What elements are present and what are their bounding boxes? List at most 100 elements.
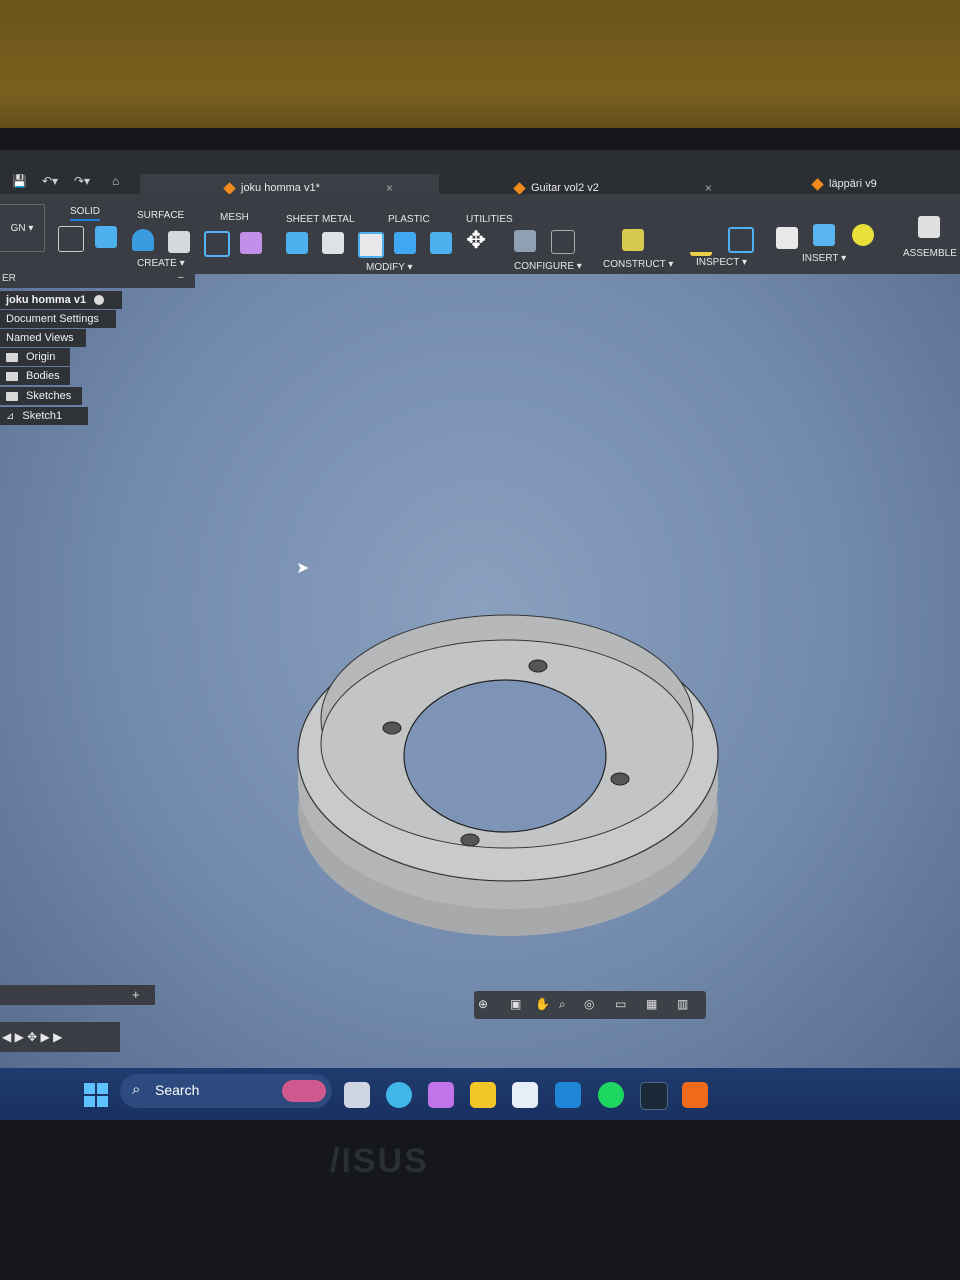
ribbon-toolbar: GN ▾ SOLID SURFACE MESH SHEET METAL PLAS… bbox=[0, 194, 960, 274]
tab-label: Guitar vol2 v2 bbox=[531, 182, 599, 194]
comments-panel: + bbox=[0, 985, 155, 1005]
browser-item-document-settings[interactable]: Document Settings bbox=[0, 310, 116, 328]
bolt-hole bbox=[528, 659, 548, 673]
assemble-menu-label: ASSEMBLE bbox=[903, 248, 957, 259]
browser-item-label: Named Views bbox=[6, 332, 74, 344]
monitor-logo: /ISUS bbox=[330, 1142, 429, 1180]
insert-mesh-icon[interactable] bbox=[852, 224, 874, 246]
display-settings-icon[interactable]: ▭ bbox=[615, 997, 629, 1011]
modify-menu[interactable]: MODIFY ▾ bbox=[366, 262, 413, 273]
inspect-menu-label: INSPECT bbox=[696, 257, 740, 268]
zoom-icon[interactable]: ⌕ bbox=[559, 997, 573, 1011]
fusion-360-icon[interactable] bbox=[682, 1082, 708, 1108]
extrude-icon[interactable] bbox=[95, 226, 117, 248]
undo-icon[interactable]: ↶▾ bbox=[42, 174, 58, 188]
section-analysis-icon[interactable] bbox=[728, 227, 754, 253]
pattern-icon[interactable] bbox=[204, 231, 230, 257]
browser-title: ER bbox=[2, 273, 16, 284]
insert-menu[interactable]: INSERT ▾ bbox=[802, 253, 846, 264]
browser-item-label: Sketch1 bbox=[22, 410, 63, 422]
edge-icon[interactable] bbox=[386, 1082, 412, 1108]
shell-icon[interactable] bbox=[358, 232, 384, 258]
viewports-icon[interactable]: ▥ bbox=[677, 997, 691, 1011]
workspace-label: GN bbox=[10, 222, 26, 234]
press-pull-icon[interactable] bbox=[286, 232, 308, 254]
start-button[interactable] bbox=[84, 1083, 108, 1107]
file-explorer-icon[interactable] bbox=[470, 1082, 496, 1108]
activate-radio-icon[interactable] bbox=[94, 295, 105, 305]
folder-icon bbox=[6, 352, 18, 362]
construct-plane-icon[interactable] bbox=[622, 229, 644, 251]
insert-canvas-icon[interactable] bbox=[813, 224, 835, 246]
fillet-icon[interactable] bbox=[322, 232, 344, 254]
timeline-controls-icon[interactable]: ◀ ▶ ✥ ▶ ▶ bbox=[2, 1030, 62, 1044]
search-icon: ⌕ bbox=[132, 1081, 141, 1098]
browser-collapse-button[interactable]: – bbox=[178, 272, 184, 283]
configure-table-icon[interactable] bbox=[551, 230, 575, 254]
workspace-switcher[interactable]: GN ▾ bbox=[0, 204, 45, 252]
look-at-icon[interactable]: ▣ bbox=[510, 997, 524, 1011]
browser-item-origin[interactable]: Origin bbox=[0, 348, 70, 366]
create-form-icon[interactable] bbox=[240, 232, 262, 254]
fit-icon[interactable]: ◎ bbox=[584, 997, 598, 1011]
browser-item-label: joku homma v1 bbox=[6, 294, 87, 306]
bolt-hole bbox=[610, 772, 630, 786]
browser-item-bodies[interactable]: Bodies bbox=[0, 367, 70, 385]
taskbar-search[interactable]: ⌕ Search bbox=[120, 1074, 332, 1108]
move-icon[interactable]: ✥ bbox=[466, 229, 488, 253]
assemble-icon[interactable] bbox=[918, 216, 940, 238]
close-icon[interactable]: × bbox=[386, 181, 393, 195]
timeline-bar: ◀ ▶ ✥ ▶ ▶ bbox=[0, 1022, 120, 1052]
task-view-icon[interactable] bbox=[344, 1082, 370, 1108]
revolve-icon[interactable] bbox=[132, 229, 154, 251]
outlook-icon[interactable] bbox=[555, 1082, 581, 1108]
tab-solid[interactable]: SOLID bbox=[70, 206, 101, 221]
grid-icon[interactable]: ▦ bbox=[646, 997, 660, 1011]
folder-icon bbox=[6, 371, 18, 381]
offset-face-icon[interactable] bbox=[430, 232, 452, 254]
document-cube-icon bbox=[811, 177, 824, 191]
copilot-icon[interactable] bbox=[428, 1082, 454, 1108]
browser-header: ER – bbox=[0, 270, 195, 288]
save-icon[interactable]: 💾 bbox=[12, 174, 27, 188]
document-cube-icon bbox=[223, 181, 236, 195]
browser-item-label: Bodies bbox=[26, 370, 60, 382]
construct-menu[interactable]: CONSTRUCT ▾ bbox=[603, 259, 673, 270]
insert-derive-icon[interactable] bbox=[776, 227, 798, 249]
configure-menu-label: CONFIGURE bbox=[514, 261, 574, 272]
box-icon[interactable] bbox=[168, 231, 190, 253]
bolt-hole bbox=[460, 833, 480, 847]
store-icon[interactable] bbox=[512, 1082, 538, 1108]
home-icon[interactable]: ⌂ bbox=[112, 174, 119, 188]
orbit-icon[interactable]: ⊕ bbox=[478, 997, 492, 1011]
configure-menu[interactable]: CONFIGURE ▾ bbox=[514, 261, 582, 272]
browser-item-root[interactable]: joku homma v1 bbox=[0, 291, 122, 309]
assemble-menu[interactable]: ASSEMBLE bbox=[903, 248, 957, 259]
combine-icon[interactable] bbox=[394, 232, 416, 254]
document-cube-icon bbox=[513, 181, 526, 195]
inspect-menu[interactable]: INSPECT ▾ bbox=[696, 257, 747, 268]
modify-menu-label: MODIFY bbox=[366, 262, 405, 273]
configure-icon[interactable] bbox=[514, 230, 536, 252]
steam-icon[interactable] bbox=[640, 1082, 668, 1110]
tab-mesh[interactable]: MESH bbox=[220, 212, 249, 223]
bolt-hole bbox=[382, 721, 402, 735]
create-menu[interactable]: CREATE ▾ bbox=[137, 258, 185, 269]
tab-sheet-metal[interactable]: SHEET METAL bbox=[286, 214, 355, 225]
browser-item-named-views[interactable]: Named Views bbox=[0, 329, 86, 347]
browser-item-sketch1[interactable]: ⊿ Sketch1 bbox=[0, 407, 88, 425]
browser-item-sketches[interactable]: Sketches bbox=[0, 387, 82, 405]
close-icon[interactable]: × bbox=[705, 181, 712, 195]
create-sketch-icon[interactable] bbox=[58, 226, 84, 252]
insert-menu-label: INSERT bbox=[802, 253, 839, 264]
spotify-icon[interactable] bbox=[598, 1082, 624, 1108]
add-comment-button[interactable]: + bbox=[132, 987, 140, 1002]
tab-plastic[interactable]: PLASTIC bbox=[388, 214, 430, 225]
tab-utilities[interactable]: UTILITIES bbox=[466, 214, 513, 225]
tab-label: läppäri v9 bbox=[829, 178, 877, 190]
tab-surface[interactable]: SURFACE bbox=[137, 210, 184, 221]
measure-icon[interactable] bbox=[690, 230, 712, 256]
windows-logo-icon bbox=[84, 1083, 95, 1094]
pan-hand-icon[interactable]: ✋ bbox=[535, 997, 550, 1011]
redo-icon[interactable]: ↷▾ bbox=[74, 174, 90, 188]
